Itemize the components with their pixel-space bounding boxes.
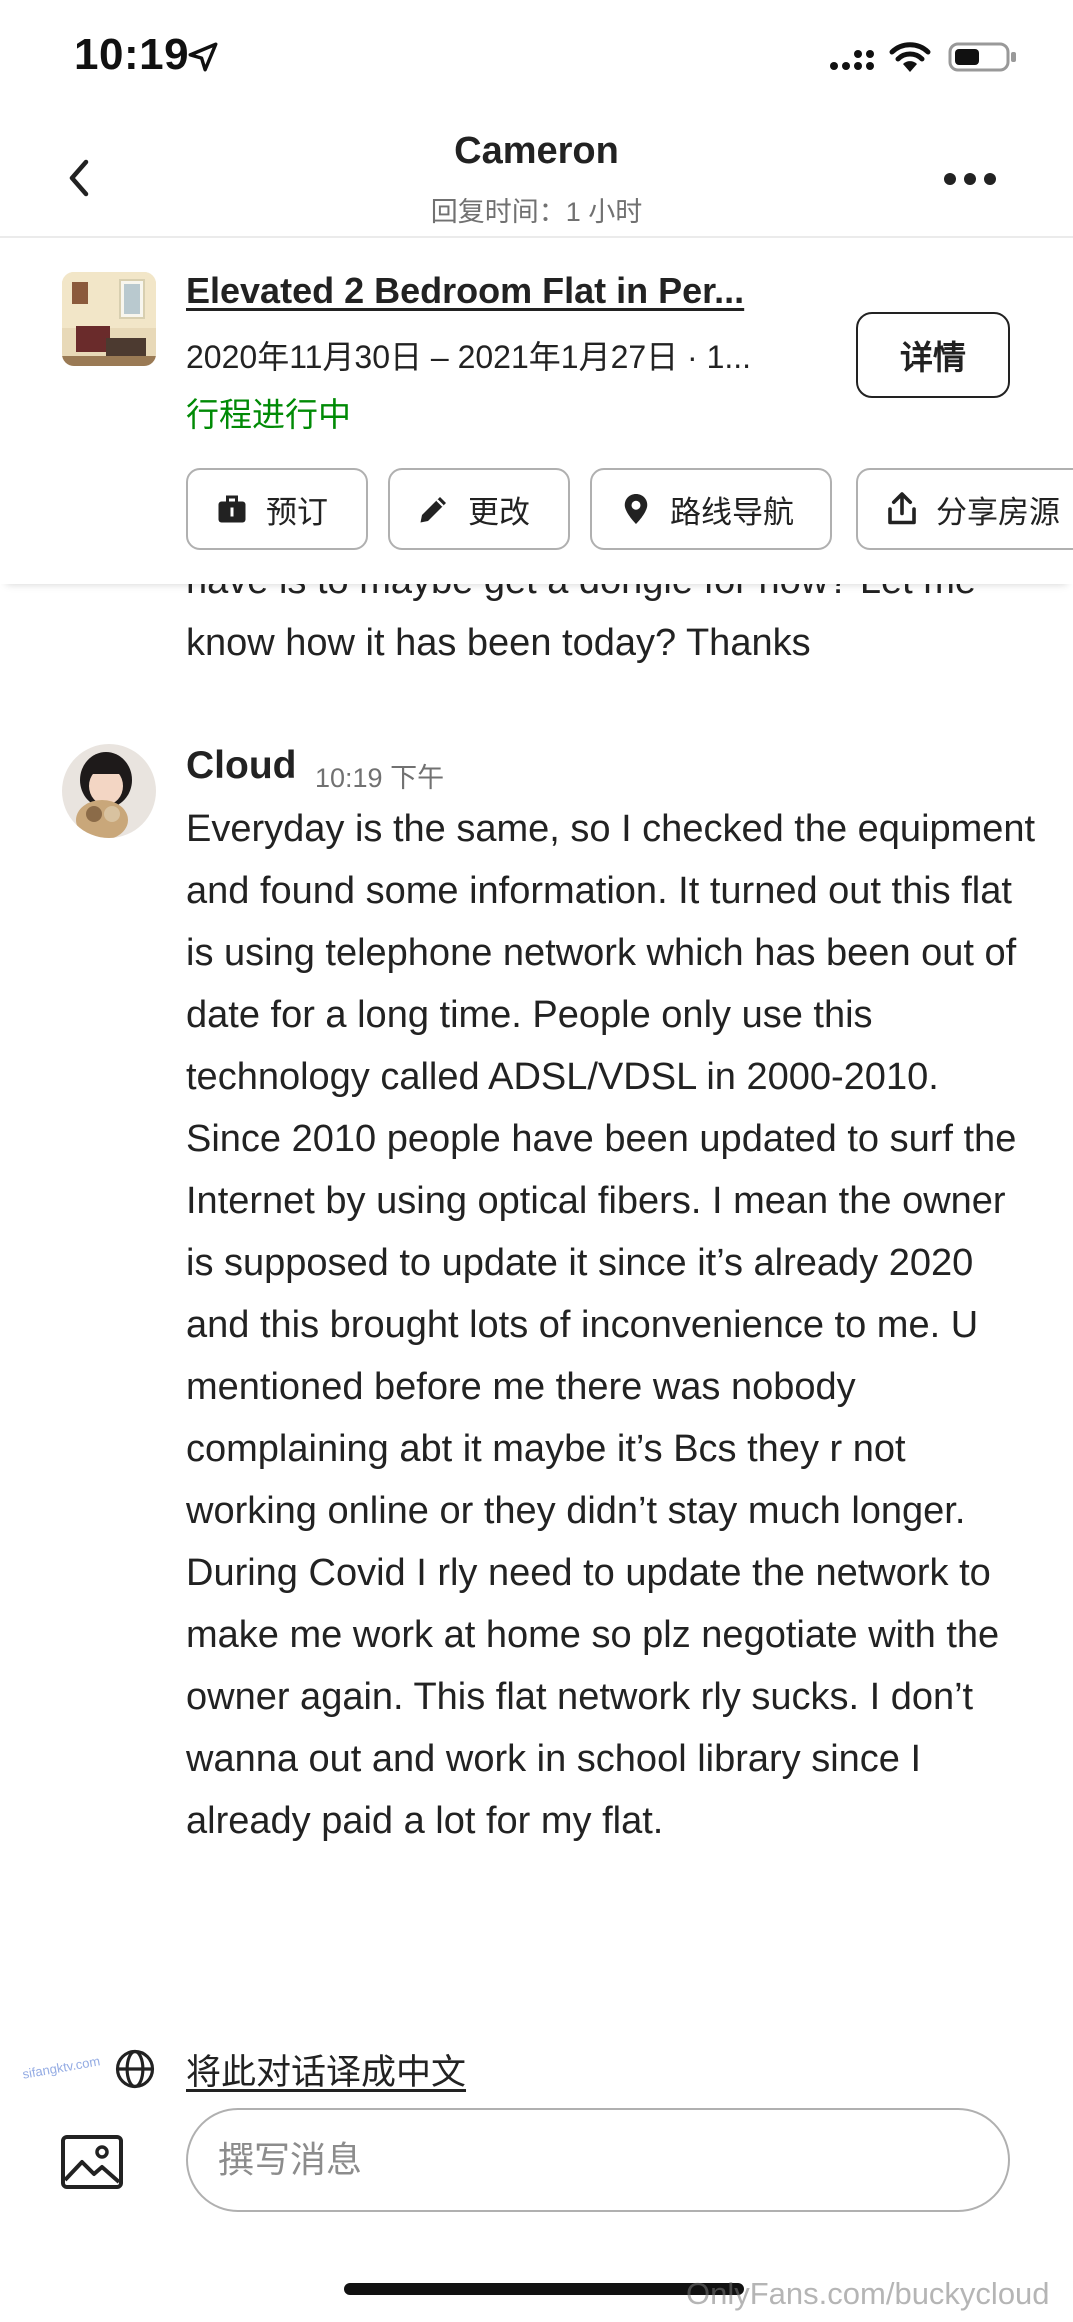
pencil-icon xyxy=(420,497,446,523)
status-time: 10:19 xyxy=(74,30,190,79)
message-composer xyxy=(0,2108,1073,2212)
action-chip-row: 预订 更改 路线导航 分享房源 xyxy=(186,468,1073,552)
message-timestamp: 10:19 下午 xyxy=(315,763,445,793)
avatar[interactable] xyxy=(62,744,156,838)
cellular-signal-icon xyxy=(830,50,874,70)
listing-thumbnail[interactable] xyxy=(62,272,156,366)
trip-status: 行程进行中 xyxy=(186,396,351,433)
message-body: Everyday is the same, so I checked the e… xyxy=(186,808,1036,1842)
more-dots-icon[interactable] xyxy=(942,166,998,192)
location-arrow-icon xyxy=(188,42,218,72)
listing-photo xyxy=(62,272,156,366)
message-input[interactable] xyxy=(186,2108,1010,2212)
image-icon[interactable] xyxy=(60,2134,124,2190)
translate-conversation-link[interactable]: 将此对话译成中文 xyxy=(186,2044,466,2095)
listing-title[interactable]: Elevated 2 Bedroom Flat in Per... xyxy=(186,270,826,312)
details-button[interactable]: 详情 xyxy=(856,312,1010,398)
listing-card: Elevated 2 Bedroom Flat in Per... 2020年1… xyxy=(0,240,1073,584)
reservation-chip[interactable]: 预订 xyxy=(186,468,368,550)
home-indicator[interactable] xyxy=(344,2283,744,2295)
avatar-photo xyxy=(62,744,156,838)
trip-dates: 2020年11月30日 – 2021年1月27日 · 1... xyxy=(186,339,752,375)
host-name: Cameron xyxy=(454,130,619,172)
change-chip[interactable]: 更改 xyxy=(388,468,570,550)
message-sender: Cloud xyxy=(186,744,297,787)
watermark: OnlyFans.com/buckycloud xyxy=(686,2276,1050,2311)
share-listing-chip[interactable]: 分享房源 xyxy=(856,468,1073,550)
status-bar: 10:19 xyxy=(0,0,1073,110)
directions-chip-label: 路线导航 xyxy=(670,494,794,530)
reservation-chip-label: 预订 xyxy=(266,494,328,530)
suitcase-icon xyxy=(218,495,246,523)
share-listing-chip-label: 分享房源 xyxy=(936,494,1060,530)
message-thread[interactable]: have is to maybe get a dongle for now? L… xyxy=(0,584,1073,2004)
share-icon xyxy=(888,492,916,525)
map-pin-icon xyxy=(624,494,648,524)
directions-chip[interactable]: 路线导航 xyxy=(590,468,832,550)
previous-message-text: have is to maybe get a dongle for now? L… xyxy=(186,584,976,664)
translate-row: 将此对话译成中文 xyxy=(0,2038,1073,2102)
response-time: 回复时间：1 小时 xyxy=(430,197,643,227)
battery-icon xyxy=(948,42,1016,72)
conversation-header: Cameron 回复时间：1 小时 xyxy=(0,110,1073,238)
change-chip-label: 更改 xyxy=(468,494,530,530)
wifi-icon xyxy=(889,42,931,72)
globe-icon xyxy=(115,2049,155,2089)
